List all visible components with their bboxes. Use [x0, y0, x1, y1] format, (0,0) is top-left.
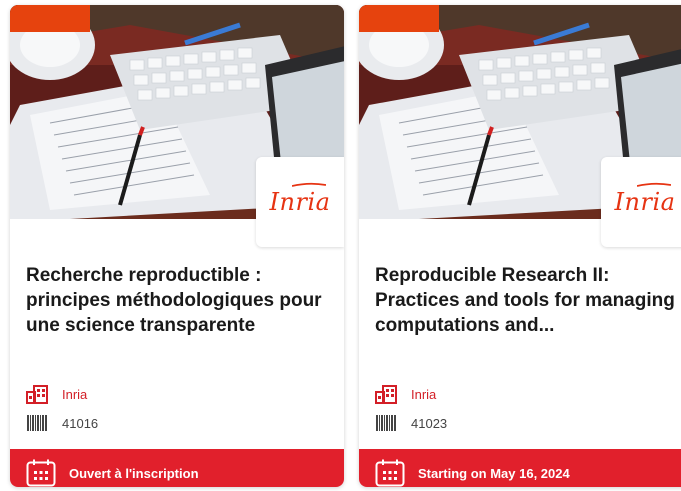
org-logo: Inria — [601, 157, 681, 247]
logo-swoosh-icon — [637, 182, 671, 187]
org-logo: Inria — [256, 157, 344, 247]
accent-corner-bar — [10, 5, 90, 32]
calendar-icon — [375, 459, 405, 487]
enrollment-status-bar[interactable]: Ouvert à l'inscription — [10, 449, 344, 487]
course-card[interactable]: Inria Recherche reproductible : principe… — [10, 5, 344, 487]
course-title[interactable]: Reproducible Research II: Practices and … — [375, 263, 681, 338]
organization-row[interactable]: Inria — [26, 384, 87, 404]
enrollment-status-label: Ouvert à l'inscription — [69, 465, 199, 481]
organization-building-icon — [26, 385, 48, 404]
course-code-row: 41023 — [375, 415, 447, 431]
organization-building-icon — [375, 385, 397, 404]
accent-corner-bar — [359, 5, 439, 32]
organization-name[interactable]: Inria — [62, 387, 87, 402]
enrollment-status-label: Starting on May 16, 2024 — [418, 465, 570, 481]
course-title[interactable]: Recherche reproductible : principes méth… — [26, 263, 338, 338]
barcode-icon — [376, 415, 396, 431]
course-card[interactable]: Inria Reproducible Research II: Practice… — [359, 5, 681, 487]
course-code: 41016 — [62, 415, 99, 431]
enrollment-status-bar[interactable]: Starting on May 16, 2024 — [359, 449, 681, 487]
barcode-icon — [27, 415, 47, 431]
organization-name[interactable]: Inria — [411, 387, 436, 402]
org-logo-text: Inria — [614, 188, 676, 216]
org-logo-text: Inria — [269, 188, 331, 216]
logo-swoosh-icon — [292, 182, 326, 187]
calendar-icon — [26, 459, 56, 487]
course-code: 41023 — [411, 415, 448, 431]
organization-row[interactable]: Inria — [375, 384, 436, 404]
course-code-row: 41016 — [26, 415, 98, 431]
